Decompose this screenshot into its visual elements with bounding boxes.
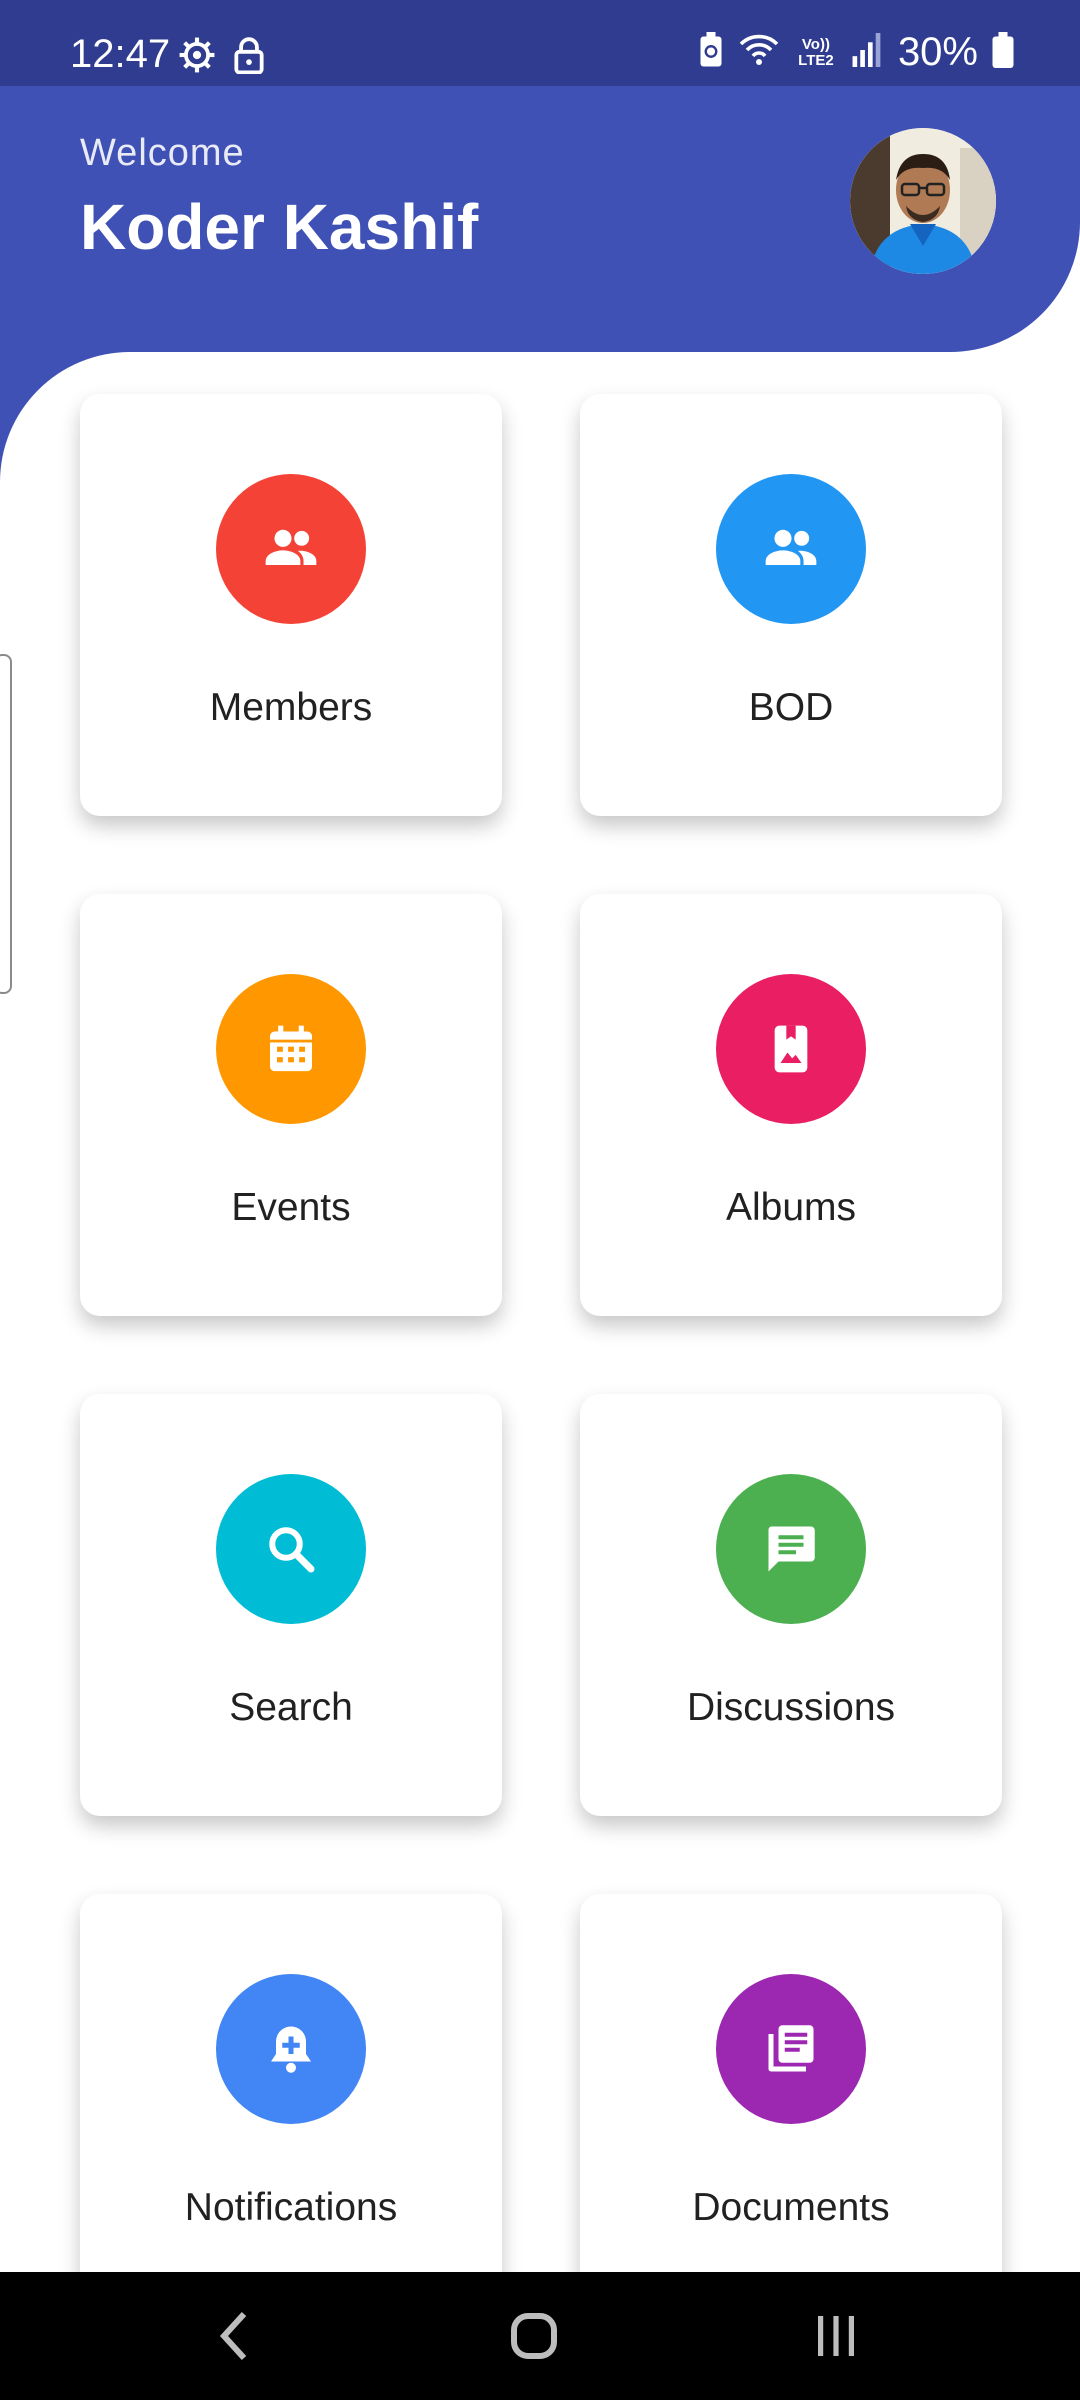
tile-bod[interactable]: BOD <box>580 394 1002 816</box>
tile-label: Notifications <box>184 2186 398 2229</box>
tile-icon-circle <box>716 1474 866 1624</box>
tile-icon-circle <box>216 1974 366 2124</box>
tile-documents[interactable]: Documents <box>580 1894 1002 2316</box>
search-icon <box>269 1527 315 1573</box>
navigation-bar <box>0 2272 1080 2400</box>
lock-icon <box>232 36 266 79</box>
tile-label: Albums <box>725 1186 857 1229</box>
battery-percent: 30% <box>897 30 978 74</box>
home-button[interactable] <box>494 2302 574 2370</box>
tile-search[interactable]: Search <box>80 1394 502 1816</box>
tile-icon-circle <box>216 474 366 624</box>
status-bar: 12:47 Vo)) LTE2 30% <box>0 0 1080 86</box>
tile-icon-circle <box>216 974 366 1124</box>
tile-icon-circle <box>716 474 866 624</box>
back-button[interactable] <box>194 2302 274 2370</box>
tile-members[interactable]: Members <box>80 394 502 816</box>
avatar[interactable] <box>850 128 996 274</box>
people-icon <box>765 529 817 565</box>
recents-button[interactable] <box>796 2302 876 2370</box>
library-books-icon <box>768 2025 814 2072</box>
tile-label: Discussions <box>686 1686 896 1729</box>
tile-discussions[interactable]: Discussions <box>580 1394 1002 1816</box>
home-icon <box>511 2313 557 2359</box>
battery-saver-icon <box>698 32 724 73</box>
user-name: Koder Kashif <box>80 191 479 263</box>
tile-label: BOD <box>748 686 834 729</box>
signal-icon <box>852 33 884 72</box>
tile-label: Members <box>209 686 373 729</box>
battery-icon <box>992 32 1014 73</box>
edge-panel-handle[interactable] <box>0 654 12 994</box>
tile-events[interactable]: Events <box>80 894 502 1316</box>
tile-icon-circle <box>216 1474 366 1624</box>
settings-icon <box>178 36 216 79</box>
people-icon <box>265 529 317 565</box>
volte-icon: Vo)) LTE2 <box>798 35 834 69</box>
back-icon <box>219 2311 247 2361</box>
tile-label: Documents <box>692 2186 890 2229</box>
photo-book-icon <box>774 1025 808 1073</box>
wifi-icon <box>738 32 780 73</box>
status-time: 12:47 <box>70 32 171 76</box>
tile-notifications[interactable]: Notifications <box>80 1894 502 2316</box>
tile-icon-circle <box>716 974 866 1124</box>
calendar-icon <box>270 1025 312 1072</box>
welcome-label: Welcome <box>80 132 245 174</box>
tile-label: Search <box>229 1686 353 1729</box>
add-alert-icon <box>271 2026 311 2073</box>
tile-albums[interactable]: Albums <box>580 894 1002 1316</box>
chat-icon <box>768 1526 815 1572</box>
recents-icon <box>818 2316 854 2356</box>
tile-icon-circle <box>716 1974 866 2124</box>
tile-label: Events <box>231 1186 351 1229</box>
